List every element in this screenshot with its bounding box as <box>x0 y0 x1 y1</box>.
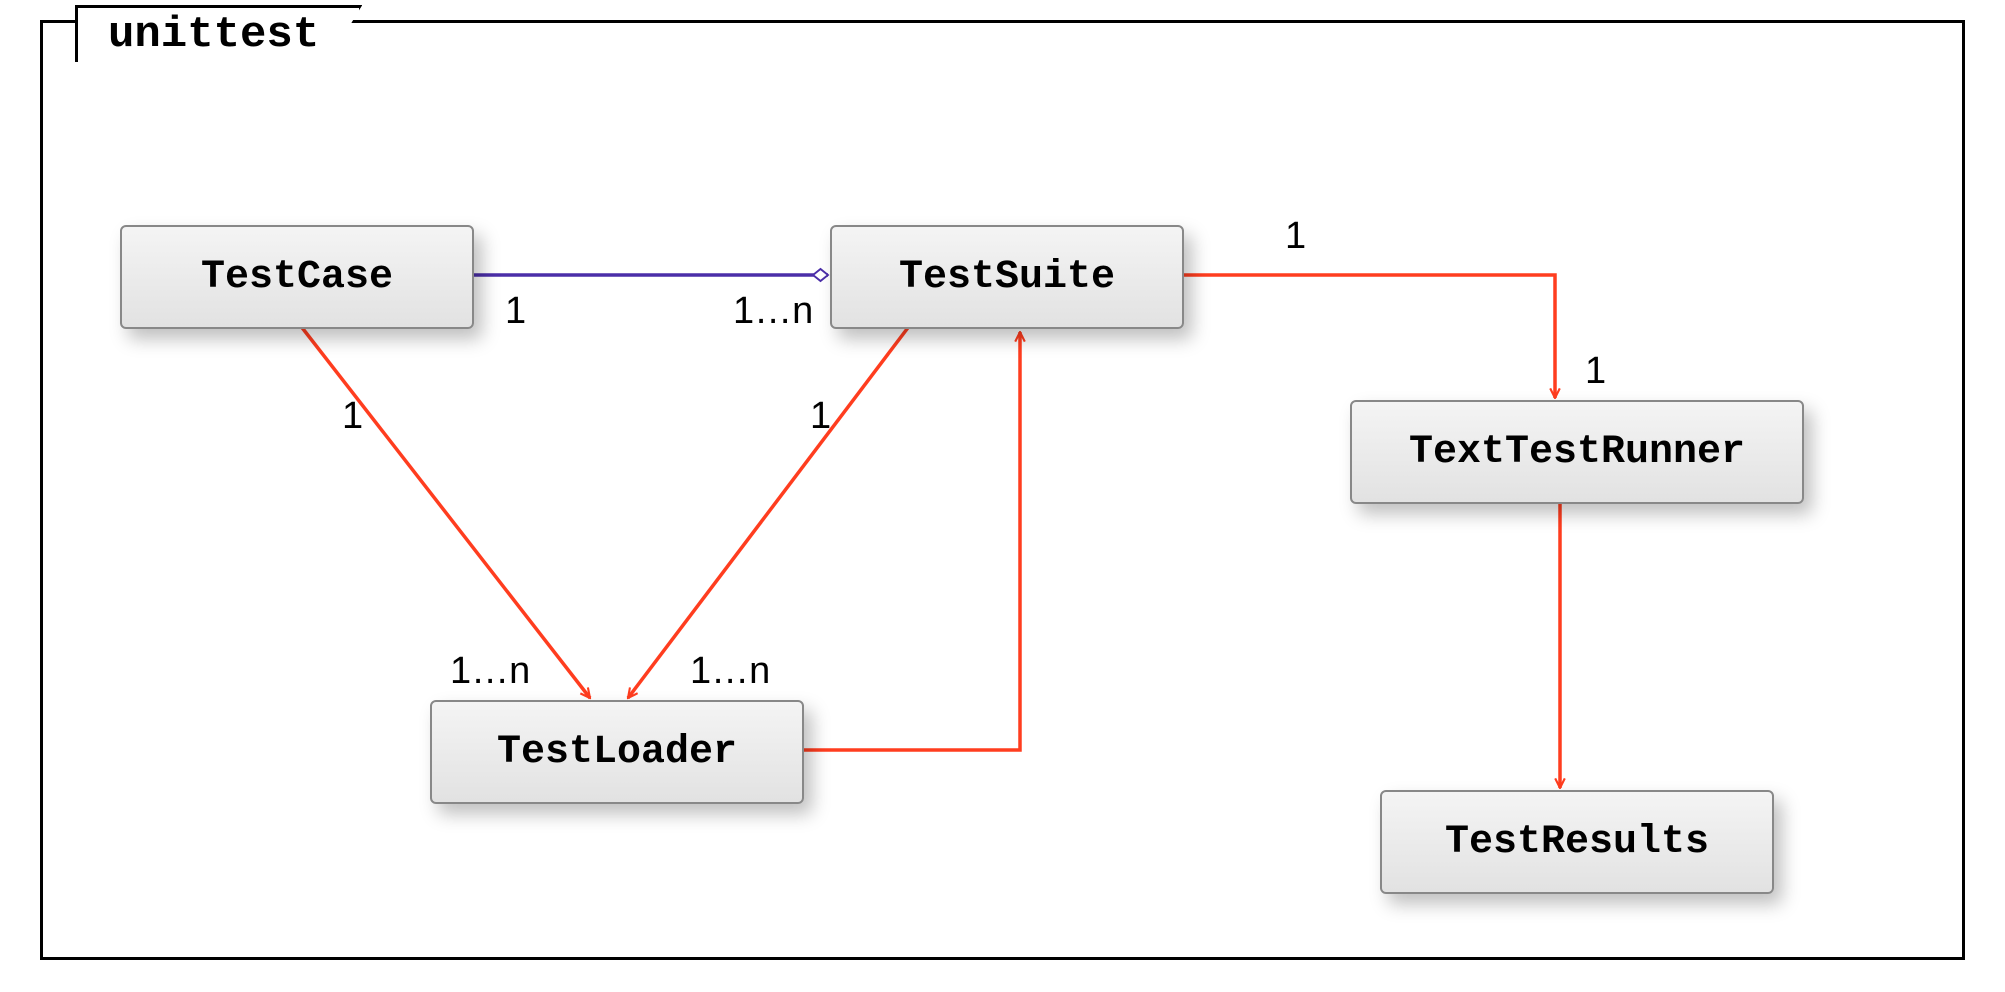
mult-testcase-testsuite-to: 1…n <box>733 290 813 333</box>
edge-testloader-testsuite <box>800 332 1020 750</box>
mult-testsuite-testrunner-to: 1 <box>1585 350 1606 393</box>
edge-testcase-testloader <box>300 325 590 698</box>
node-testcase: TestCase <box>120 225 474 329</box>
node-testresults: TestResults <box>1380 790 1774 894</box>
mult-testcase-testsuite-from: 1 <box>505 290 526 333</box>
node-testloader: TestLoader <box>430 700 804 804</box>
mult-testsuite-testloader-to: 1…n <box>690 650 770 693</box>
edge-testsuite-testrunner <box>1180 275 1555 398</box>
edge-testsuite-testloader <box>628 325 910 698</box>
mult-testsuite-testloader-from: 1 <box>810 395 831 438</box>
mult-testsuite-testrunner-from: 1 <box>1285 215 1306 258</box>
node-testsuite: TestSuite <box>830 225 1184 329</box>
mult-testcase-testloader-to: 1…n <box>450 650 530 693</box>
diagram-canvas: unittest TestCase TestSuite TestLoader T… <box>0 0 2005 992</box>
node-testrunner: TextTestRunner <box>1350 400 1804 504</box>
package-tab: unittest <box>75 5 362 62</box>
mult-testcase-testloader-from: 1 <box>342 395 363 438</box>
